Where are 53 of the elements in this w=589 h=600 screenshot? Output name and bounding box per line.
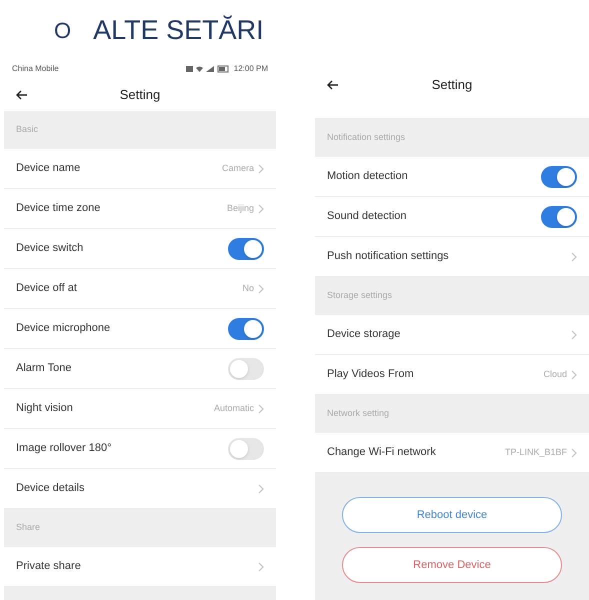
toggle-switch[interactable] [228, 318, 264, 340]
row-label: Play Videos From [327, 367, 414, 382]
row-label: Device microphone [16, 321, 110, 336]
section-header: Network setting [315, 395, 589, 433]
screen-title: Setting [432, 76, 472, 94]
chevron-right-icon [258, 284, 264, 294]
section-header: Storage settings [315, 277, 589, 315]
chevron-right-icon [258, 404, 264, 414]
chevron-right-icon [258, 204, 264, 214]
row-label: Device name [16, 161, 80, 176]
row-label: Device time zone [16, 201, 100, 216]
row-value: TP-LINK_B1BF [504, 446, 567, 459]
row-label: Push notification settings [327, 249, 449, 264]
toggle-switch[interactable] [541, 206, 577, 228]
row-label: Night vision [16, 401, 73, 416]
chevron-right-icon [258, 164, 264, 174]
clock-text: 12:00 PM [234, 63, 268, 75]
back-arrow-icon[interactable] [16, 90, 28, 100]
chevron-right-icon [571, 252, 577, 262]
bullet-text: O [54, 16, 72, 44]
chevron-right-icon [258, 484, 264, 494]
toggle-switch[interactable] [228, 238, 264, 260]
screen-title: Setting [120, 86, 160, 104]
carrier-text: China Mobile [12, 63, 59, 75]
back-arrow-icon[interactable] [327, 80, 339, 90]
row-value: No [242, 282, 254, 295]
chevron-right-icon [571, 448, 577, 458]
row-value: Cloud [543, 368, 567, 381]
chevron-right-icon [571, 370, 577, 380]
row-value: Automatic [214, 402, 254, 415]
toggle-switch[interactable] [228, 438, 264, 460]
row-label: Device switch [16, 241, 84, 256]
row-label: Image rollover 180° [16, 441, 112, 456]
chevron-right-icon [258, 562, 264, 572]
row-value: Camera [222, 162, 254, 175]
section-header: Share [4, 509, 276, 547]
section-header: Notification settings [315, 119, 589, 157]
row-label: Alarm Tone [16, 361, 72, 376]
row-label: Device details [16, 481, 84, 496]
chevron-right-icon [571, 330, 577, 340]
row-value: Beijing [226, 202, 254, 215]
status-icons-drawing [186, 65, 230, 73]
row-label: Device off at [16, 281, 77, 296]
page-heading: ALTE SETĂRI [93, 14, 264, 47]
toggle-switch[interactable] [228, 358, 264, 380]
row-label: Private share [16, 559, 81, 574]
section-header: Basic [4, 111, 276, 149]
row-label: Motion detection [327, 169, 408, 184]
toggle-switch[interactable] [541, 166, 577, 188]
row-label: Sound detection [327, 209, 407, 224]
reboot-button[interactable]: Reboot device [342, 497, 562, 533]
row-label: Device storage [327, 327, 400, 342]
row-label: Change Wi-Fi network [327, 445, 436, 460]
